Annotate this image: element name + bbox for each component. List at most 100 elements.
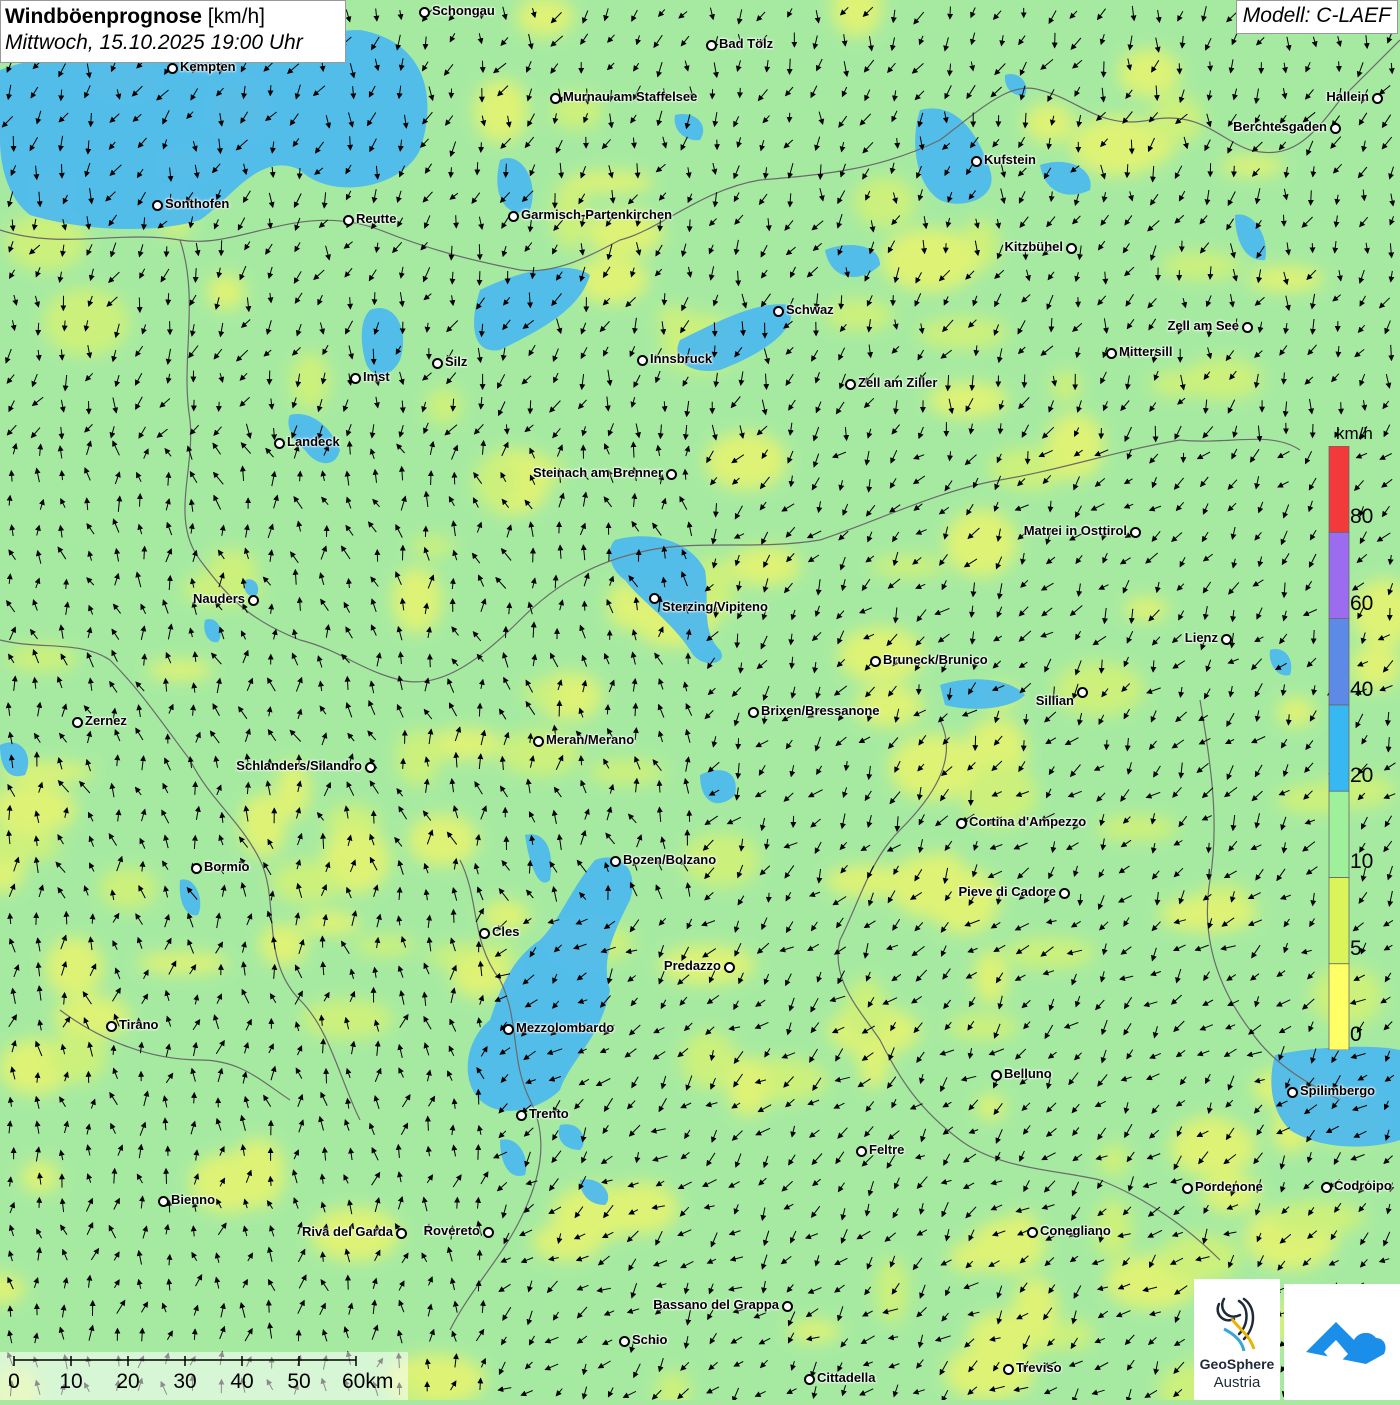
scale-label: 10 <box>59 1370 82 1394</box>
city-label: Bruneck/Brunico <box>883 652 988 667</box>
city-marker <box>396 1228 407 1239</box>
wind-arrow <box>581 756 582 765</box>
low-wind-patch <box>396 730 440 786</box>
wind-arrow <box>638 550 639 562</box>
legend-tick-label: 80 <box>1350 505 1373 529</box>
wind-arrow <box>633 442 634 457</box>
city-label: Kitzbühel <box>1005 239 1064 254</box>
wind-arrow <box>452 272 453 284</box>
city-marker <box>804 1374 815 1385</box>
city-marker <box>956 818 967 829</box>
wind-arrow <box>789 113 790 122</box>
wind-arrow <box>350 136 351 150</box>
scale-label: 0 <box>8 1370 20 1394</box>
wind-arrow <box>425 527 426 537</box>
city-label: Lienz <box>1185 630 1218 645</box>
low-wind-patch <box>1118 49 1180 97</box>
city-label: Zernez <box>85 713 127 728</box>
wind-arrow <box>113 1046 114 1055</box>
weather-app-logo[interactable] <box>1284 1284 1400 1400</box>
city-label: Schio <box>632 1332 667 1347</box>
city-marker <box>870 656 881 667</box>
low-wind-patch <box>354 936 416 956</box>
low-wind-patch <box>566 171 654 193</box>
city-label: Schlanders/Silandro <box>236 758 362 773</box>
low-wind-patch <box>881 228 979 292</box>
city-label: Kufstein <box>984 152 1036 167</box>
low-wind-patch <box>240 793 286 857</box>
low-wind-patch <box>259 924 307 966</box>
city-marker <box>856 1146 867 1157</box>
city-marker <box>152 200 163 211</box>
legend-swatch <box>1329 877 1349 963</box>
wind-arrow <box>13 136 14 151</box>
city-marker <box>191 863 202 874</box>
wind-arrow <box>221 240 222 255</box>
legend-unit: km/h <box>1336 424 1373 444</box>
city-label: Innsbruck <box>650 351 712 366</box>
city-marker <box>666 469 677 480</box>
city-label: Reutte <box>356 211 396 226</box>
city-label: Berchtesgaden <box>1233 119 1327 134</box>
city-marker <box>782 1301 793 1312</box>
city-label: Bormio <box>204 859 250 874</box>
low-wind-patch <box>1277 697 1315 727</box>
city-marker <box>343 215 354 226</box>
city-marker <box>533 736 544 747</box>
low-wind-patch <box>392 567 442 633</box>
low-wind-patch <box>945 509 1017 577</box>
legend-swatch <box>1329 964 1349 1050</box>
city-marker <box>508 211 519 222</box>
city-marker <box>167 63 178 74</box>
city-marker <box>971 156 982 167</box>
wind-arrow <box>428 1117 429 1131</box>
city-label: Matrei in Osttirol <box>1024 523 1127 538</box>
city-marker <box>706 40 717 51</box>
city-label: Imst <box>363 369 390 384</box>
city-marker <box>1242 322 1253 333</box>
low-wind-patch <box>1190 1115 1234 1163</box>
legend-swatch <box>1329 791 1349 877</box>
wind-arrow <box>430 655 431 668</box>
city-marker <box>845 379 856 390</box>
wind-arrow <box>478 1090 479 1105</box>
low-wind-patch <box>1220 156 1284 176</box>
city-marker <box>1221 634 1232 645</box>
low-wind-patch <box>947 1014 1019 1040</box>
wind-arrow <box>219 402 220 411</box>
city-label: Riva del Garda <box>302 1224 393 1239</box>
city-marker <box>158 1196 169 1207</box>
wind-arrow <box>478 1281 479 1291</box>
wind-arrow <box>451 89 452 98</box>
city-label: Steinach am Brenner <box>533 465 663 480</box>
city-marker <box>72 717 83 728</box>
city-label: Sterzing/Vipiteno <box>662 599 768 614</box>
wind-arrow <box>482 61 483 72</box>
city-marker <box>350 373 361 384</box>
city-marker <box>610 856 621 867</box>
city-marker <box>649 593 660 604</box>
legend-tick-label: 5 <box>1350 937 1362 961</box>
city-marker <box>432 358 443 369</box>
wind-arrow <box>431 471 432 485</box>
wind-arrow <box>1179 63 1180 73</box>
low-wind-patch <box>426 387 462 425</box>
low-wind-patch <box>207 274 245 310</box>
wind-arrow <box>270 85 271 95</box>
low-wind-patch <box>928 382 1008 418</box>
city-marker <box>773 306 784 317</box>
city-label: Murnau am Staffelsee <box>563 89 697 104</box>
legend-swatch <box>1329 446 1349 532</box>
wind-arrow <box>195 782 196 795</box>
low-wind-patch <box>788 1320 840 1342</box>
city-marker <box>1372 93 1383 104</box>
wind-arrow <box>166 246 167 256</box>
wind-arrow <box>194 1093 195 1104</box>
wind-arrow <box>194 1329 195 1340</box>
wind-arrow <box>740 88 741 97</box>
low-wind-patch <box>1024 103 1074 143</box>
city-label: Nauders <box>193 591 245 606</box>
wind-arrow <box>480 1378 481 1390</box>
wind-arrow <box>1104 61 1105 76</box>
legend-tick-label: 40 <box>1350 678 1373 702</box>
